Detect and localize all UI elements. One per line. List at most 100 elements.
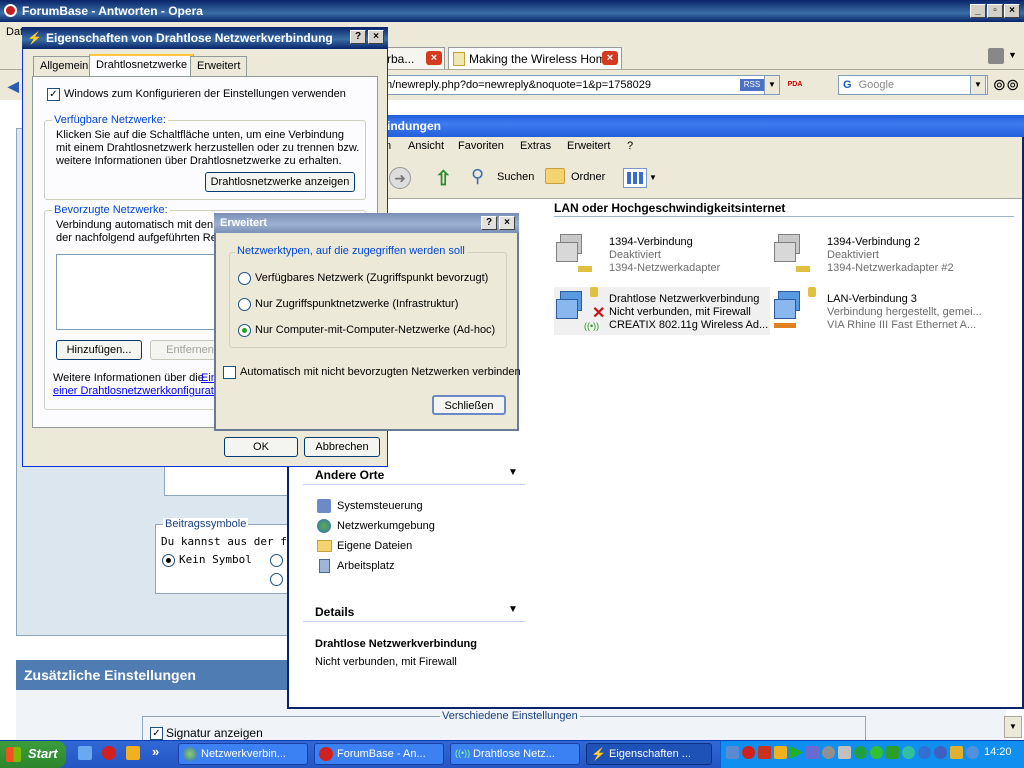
tab-close-icon[interactable]: × <box>602 51 618 65</box>
symbol-radio[interactable] <box>270 573 283 586</box>
drahtlosnetzwerke-anzeigen-button[interactable]: Drahtlosnetzwerke anzeigen <box>205 172 355 192</box>
radio-verfuegbar[interactable] <box>238 272 251 285</box>
tray-app-icon[interactable] <box>806 746 819 759</box>
message-textarea[interactable] <box>164 466 294 496</box>
connection-status: Deaktiviert <box>827 249 879 261</box>
menu-item-extras[interactable]: Extras <box>520 140 551 152</box>
tab-drahtlosnetzwerke[interactable]: Drahtlosnetzwerke <box>89 54 195 77</box>
quicklaunch-chevron[interactable]: » <box>152 744 159 759</box>
rss-icon[interactable]: RSS <box>740 79 764 91</box>
network-places-icon <box>317 519 331 533</box>
menu-item-favoriten[interactable]: Favoriten <box>458 140 504 152</box>
quicklaunch-explorer-icon[interactable] <box>78 746 92 760</box>
hinzufuegen-button[interactable]: Hinzufügen... <box>56 340 142 360</box>
restore-button[interactable]: ▫ <box>987 4 1003 18</box>
close-button[interactable]: × <box>1004 4 1020 18</box>
search-button[interactable]: ⚲ Suchen <box>471 166 551 190</box>
address-input[interactable]: m/newreply.php?do=newreply&noquote=1&p=1… <box>380 75 780 95</box>
connection-device: VIA Rhine III Fast Ethernet A... <box>827 319 977 331</box>
details-header[interactable]: Details ▼ <box>303 600 525 622</box>
task-drahtlose-netzwerk[interactable]: ((•)) Drahtlose Netz... <box>450 743 580 765</box>
tray-app-icon[interactable] <box>854 746 867 759</box>
verfuegbar-text: Klicken Sie auf die Schaltfläche unten, … <box>56 129 360 167</box>
tray-app-icon[interactable] <box>902 746 915 759</box>
windows-config-checkbox[interactable]: ✓ <box>47 88 60 101</box>
task-eigenschaften[interactable]: ⚡ Eigenschaften ... <box>586 743 712 765</box>
menu-item-ansicht[interactable]: Ansicht <box>408 140 444 152</box>
radio-infrastruktur[interactable] <box>238 298 251 311</box>
menu-item-datei[interactable]: Dat <box>6 26 23 38</box>
start-button[interactable]: Start <box>0 741 66 768</box>
tray-app-icon[interactable] <box>774 746 787 759</box>
quicklaunch-app-icon[interactable] <box>126 746 140 760</box>
folders-label: Ordner <box>571 171 606 183</box>
menu-item-help[interactable]: ? <box>627 140 633 152</box>
google-icon: G <box>843 79 852 91</box>
help-button[interactable]: ? <box>481 216 497 230</box>
tab-erweitert[interactable]: Erweitert <box>190 56 248 76</box>
link-systemsteuerung[interactable]: Systemsteuerung <box>317 498 517 516</box>
radio-adhoc[interactable] <box>238 324 251 337</box>
collapse-chevron-icon[interactable]: ▼ <box>508 604 518 615</box>
tray-opera-icon[interactable] <box>742 746 755 759</box>
quicklaunch-opera-icon[interactable] <box>102 746 116 760</box>
kein-symbol-radio[interactable] <box>162 554 175 567</box>
tab-making-wireless[interactable]: Making the Wireless Hom... <box>448 47 622 69</box>
connection-1394-2[interactable]: 1394-Verbindung 2 Deaktiviert 1394-Netzw… <box>772 230 992 278</box>
tray-network-icon[interactable] <box>726 746 739 759</box>
help-button[interactable]: ? <box>350 30 366 44</box>
tab-allgemein[interactable]: Allgemein <box>33 56 96 76</box>
tray-app-icon[interactable] <box>934 746 947 759</box>
tray-app-icon[interactable] <box>966 746 979 759</box>
info-link-2[interactable]: einer Drahtlosnetzwerkkonfigurati <box>53 385 216 397</box>
connection-name: LAN-Verbindung 3 <box>827 293 917 305</box>
folders-button[interactable]: Ordner <box>545 166 625 190</box>
tray-app-icon[interactable] <box>838 746 851 759</box>
chevron-down-icon[interactable]: ▼ <box>1008 50 1017 60</box>
auto-connect-checkbox[interactable] <box>223 366 236 379</box>
close-button[interactable]: × <box>499 216 515 230</box>
connection-device: CREATIX 802.11g Wireless Ad... <box>609 319 769 331</box>
symbol-radio[interactable] <box>270 554 283 567</box>
radio-label: Verfügbares Netzwerk (Zugriffspunkt bevo… <box>255 272 489 284</box>
tray-info-icon[interactable] <box>918 746 931 759</box>
view-menu-icon[interactable] <box>623 168 647 188</box>
binoculars-icon[interactable]: ⊚⊚ <box>992 75 1020 97</box>
trash-icon[interactable] <box>988 48 1004 64</box>
connection-1394[interactable]: 1394-Verbindung Deaktiviert 1394-Netzwer… <box>554 230 764 278</box>
search-dropdown-icon[interactable]: ▼ <box>970 75 986 95</box>
connection-lan-3[interactable]: LAN-Verbindung 3 Verbindung hergestellt,… <box>772 287 992 335</box>
tray-app-icon[interactable] <box>870 746 883 759</box>
scroll-down-icon[interactable]: ▼ <box>1004 716 1022 738</box>
tray-app-icon[interactable] <box>758 746 771 759</box>
link-netzwerkumgebung[interactable]: Netzwerkumgebung <box>317 518 517 536</box>
connection-wireless[interactable]: ✕ ((•)) Drahtlose Netzwerkverbindung Nic… <box>554 287 770 335</box>
close-button[interactable]: × <box>368 30 384 44</box>
tray-app-icon[interactable] <box>886 746 899 759</box>
explorer-title: indungen <box>387 119 441 133</box>
pda-icon[interactable]: PDA <box>786 76 804 94</box>
schliessen-button[interactable]: Schließen <box>432 395 506 415</box>
minimize-button[interactable]: _ <box>970 4 986 18</box>
task-netzwerkverbindungen[interactable]: Netzwerkverbin... <box>178 743 308 765</box>
connection-status: Deaktiviert <box>609 249 661 261</box>
chevron-down-icon[interactable]: ▼ <box>649 173 657 182</box>
forward-arrow-icon[interactable]: ➜ <box>389 167 411 189</box>
abbrechen-button[interactable]: Abbrechen <box>304 437 380 457</box>
link-arbeitsplatz[interactable]: Arbeitsplatz <box>317 558 517 576</box>
tray-app-icon[interactable] <box>822 746 835 759</box>
andere-orte-title: Andere Orte <box>315 468 385 482</box>
tab-close-icon[interactable]: × <box>426 51 442 65</box>
tab-label: Making the Wireless Hom... <box>469 52 616 66</box>
search-input[interactable]: G Google <box>838 75 988 95</box>
link-eigene-dateien[interactable]: Eigene Dateien <box>317 538 517 556</box>
folder-up-icon[interactable]: ⇧ <box>435 166 457 190</box>
address-dropdown-icon[interactable]: ▼ <box>764 75 780 95</box>
opera-title-bar: ForumBase - Antworten - Opera <box>0 0 1024 22</box>
ok-button[interactable]: OK <box>224 437 298 457</box>
signatur-checkbox[interactable]: ✓ <box>150 727 163 740</box>
tray-app-icon[interactable] <box>950 746 963 759</box>
task-forumbase[interactable]: ForumBase - An... <box>314 743 444 765</box>
menu-item-erweitert[interactable]: Erweitert <box>567 140 610 152</box>
collapse-chevron-icon[interactable]: ▼ <box>508 467 518 478</box>
